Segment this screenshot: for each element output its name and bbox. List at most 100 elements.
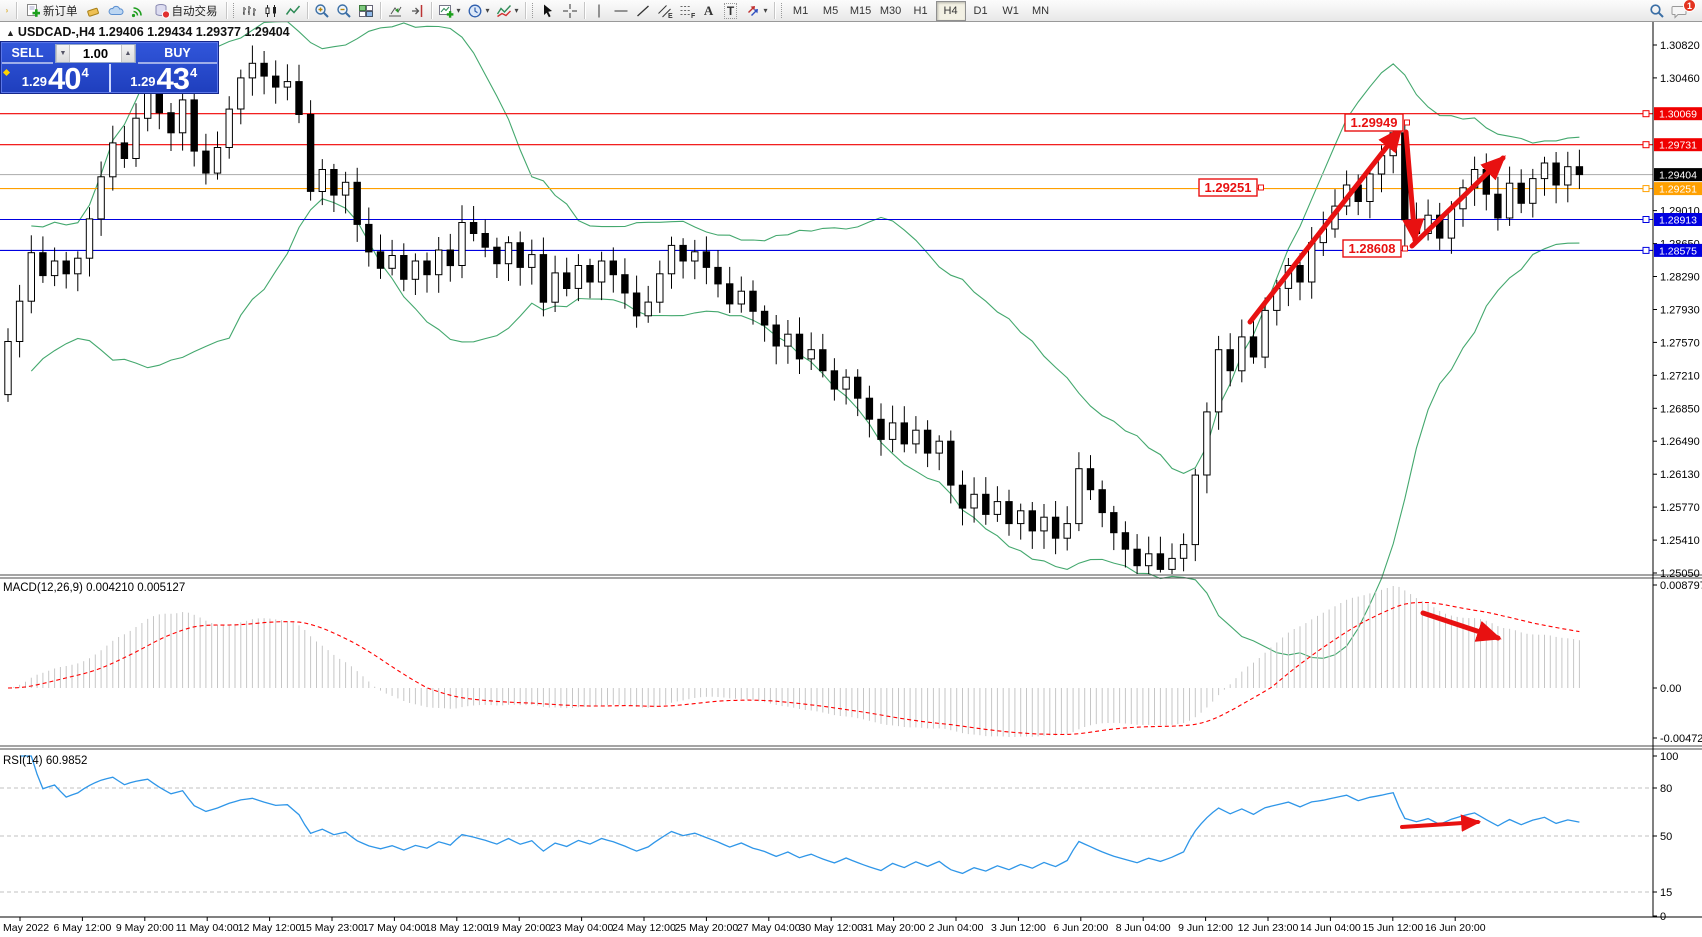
zoom-in-button[interactable] xyxy=(311,1,333,21)
horizontal-line-button[interactable] xyxy=(610,1,632,21)
trendline-button[interactable] xyxy=(632,1,654,21)
eraser-icon xyxy=(86,3,102,19)
trend-arrow[interactable] xyxy=(1412,158,1503,246)
price-annotation[interactable]: 1.28608 xyxy=(1343,240,1408,257)
svg-text:18 May 12:00: 18 May 12:00 xyxy=(425,922,489,934)
svg-text:15 May 23:00: 15 May 23:00 xyxy=(300,922,364,934)
cursor-button[interactable] xyxy=(537,1,559,21)
svg-text:F: F xyxy=(691,13,695,19)
timeframe-m1[interactable]: M1 xyxy=(786,1,816,21)
trend-arrow[interactable] xyxy=(1402,822,1478,827)
clipped-icon[interactable] xyxy=(3,1,13,21)
line-handle[interactable] xyxy=(1643,217,1649,223)
sell-price[interactable]: 1.29404 xyxy=(2,64,109,92)
fibonacci-button[interactable]: F xyxy=(676,1,698,21)
buy-price-big: 43 xyxy=(157,65,189,92)
one-click-trading-panel: SELL ▼ 1.00 ▲ BUY 1.29404 1.29434 xyxy=(1,42,218,93)
auto-trading-button[interactable]: 自动交易 xyxy=(149,1,223,21)
tile-windows-button[interactable] xyxy=(355,1,377,21)
svg-text:1.27570: 1.27570 xyxy=(1660,337,1700,349)
toolbar: 新订单 自动交易 xyxy=(0,0,1702,22)
timeframe-mn[interactable]: MN xyxy=(1026,1,1056,21)
svg-text:0: 0 xyxy=(1660,911,1666,923)
search-button[interactable] xyxy=(1646,1,1668,21)
arrows-button[interactable]: ▾ xyxy=(742,1,771,21)
timeframe-m5[interactable]: M5 xyxy=(816,1,846,21)
line-chart-button[interactable] xyxy=(282,1,304,21)
new-chart-icon xyxy=(438,3,454,19)
new-order-icon xyxy=(25,3,41,19)
price-annotation[interactable]: 1.29949 xyxy=(1345,114,1410,131)
new-chart-button[interactable]: ▾ xyxy=(435,1,464,21)
cursor-icon xyxy=(540,3,556,19)
trend-arrow[interactable] xyxy=(1250,130,1400,322)
arrows-tool-icon xyxy=(745,3,761,19)
text-button[interactable]: A xyxy=(698,1,720,21)
signals-button[interactable] xyxy=(127,1,149,21)
buy-price-small: 1.29 xyxy=(130,74,155,89)
line-handle[interactable] xyxy=(1643,111,1649,117)
styler-button[interactable] xyxy=(83,1,105,21)
svg-text:1.26130: 1.26130 xyxy=(1660,469,1700,481)
svg-text:9 Jun 12:00: 9 Jun 12:00 xyxy=(1178,922,1233,934)
buy-price[interactable]: 1.29434 xyxy=(109,64,218,92)
line-handle[interactable] xyxy=(1643,142,1649,148)
svg-text:12 Jun 23:00: 12 Jun 23:00 xyxy=(1238,922,1299,934)
auto-trading-icon xyxy=(154,3,170,19)
svg-text:1.29949: 1.29949 xyxy=(1351,115,1398,130)
volume-increase-button[interactable]: ▲ xyxy=(121,45,135,62)
price-scale[interactable]: 1.308201.304601.290101.286501.282901.279… xyxy=(1643,40,1702,923)
auto-scroll-button[interactable] xyxy=(384,1,406,21)
svg-text:100: 100 xyxy=(1660,751,1678,763)
line-handle[interactable] xyxy=(1643,247,1649,253)
horizontal-line-icon xyxy=(613,3,629,19)
timeframe-h1[interactable]: H1 xyxy=(906,1,936,21)
label-button[interactable]: T xyxy=(720,1,742,21)
indicators-button[interactable]: ▾ xyxy=(493,1,522,21)
candlestick-button[interactable] xyxy=(260,1,282,21)
dropdown-caret: ▾ xyxy=(515,6,519,15)
svg-text:17 May 04:00: 17 May 04:00 xyxy=(363,922,427,934)
text-tool-glyph: A xyxy=(704,3,713,19)
bar-chart-button[interactable] xyxy=(238,1,260,21)
mt4-window: 新订单 自动交易 xyxy=(0,0,1702,937)
new-order-button[interactable]: 新订单 xyxy=(20,1,83,21)
rsi-label: RSI(14) 60.9852 xyxy=(3,755,87,767)
timeframe-w1[interactable]: W1 xyxy=(996,1,1026,21)
chart-area[interactable]: 1.308201.304601.290101.286501.282901.279… xyxy=(0,22,1702,937)
zoom-in-icon xyxy=(314,3,330,19)
chat-button[interactable]: 1 xyxy=(1668,1,1691,21)
svg-text:30 May 12:00: 30 May 12:00 xyxy=(799,922,863,934)
trendline-icon xyxy=(635,3,651,19)
search-icon xyxy=(1649,3,1665,19)
periods-button[interactable]: ▾ xyxy=(464,1,493,21)
timeframe-m15[interactable]: M15 xyxy=(846,1,876,21)
dropdown-caret: ▾ xyxy=(457,6,461,15)
cloud-icon xyxy=(108,3,124,19)
vertical-line-button[interactable] xyxy=(588,1,610,21)
indicators-icon xyxy=(496,3,512,19)
volume-value[interactable]: 1.00 xyxy=(70,45,121,62)
bollinger-lower-band[interactable] xyxy=(31,199,1579,659)
line-handle[interactable] xyxy=(1643,186,1649,192)
svg-text:-0.004725: -0.004725 xyxy=(1660,733,1702,745)
svg-text:3 Jun 12:00: 3 Jun 12:00 xyxy=(991,922,1046,934)
channel-button[interactable]: E xyxy=(654,1,676,21)
timeframe-d1[interactable]: D1 xyxy=(966,1,996,21)
collapse-arrow-icon[interactable]: ▲ xyxy=(6,28,15,38)
svg-text:12 May 12:00: 12 May 12:00 xyxy=(238,922,302,934)
timeframe-h4[interactable]: H4 xyxy=(936,1,966,21)
timeframe-m30[interactable]: M30 xyxy=(876,1,906,21)
time-scale[interactable]: May 20226 May 12:009 May 20:0011 May 04:… xyxy=(3,917,1486,934)
crosshair-button[interactable] xyxy=(559,1,581,21)
price-annotation[interactable]: 1.29251 xyxy=(1199,179,1264,196)
cloud-button[interactable] xyxy=(105,1,127,21)
tile-windows-icon xyxy=(358,3,374,19)
chart-shift-button[interactable] xyxy=(406,1,428,21)
volume-decrease-button[interactable]: ▼ xyxy=(56,45,70,62)
svg-text:25 May 20:00: 25 May 20:00 xyxy=(675,922,739,934)
sell-button[interactable]: SELL xyxy=(2,43,53,64)
zoom-out-button[interactable] xyxy=(333,1,355,21)
price-chart[interactable]: 1.308201.304601.290101.286501.282901.279… xyxy=(0,0,1702,937)
svg-text:E: E xyxy=(668,13,673,19)
